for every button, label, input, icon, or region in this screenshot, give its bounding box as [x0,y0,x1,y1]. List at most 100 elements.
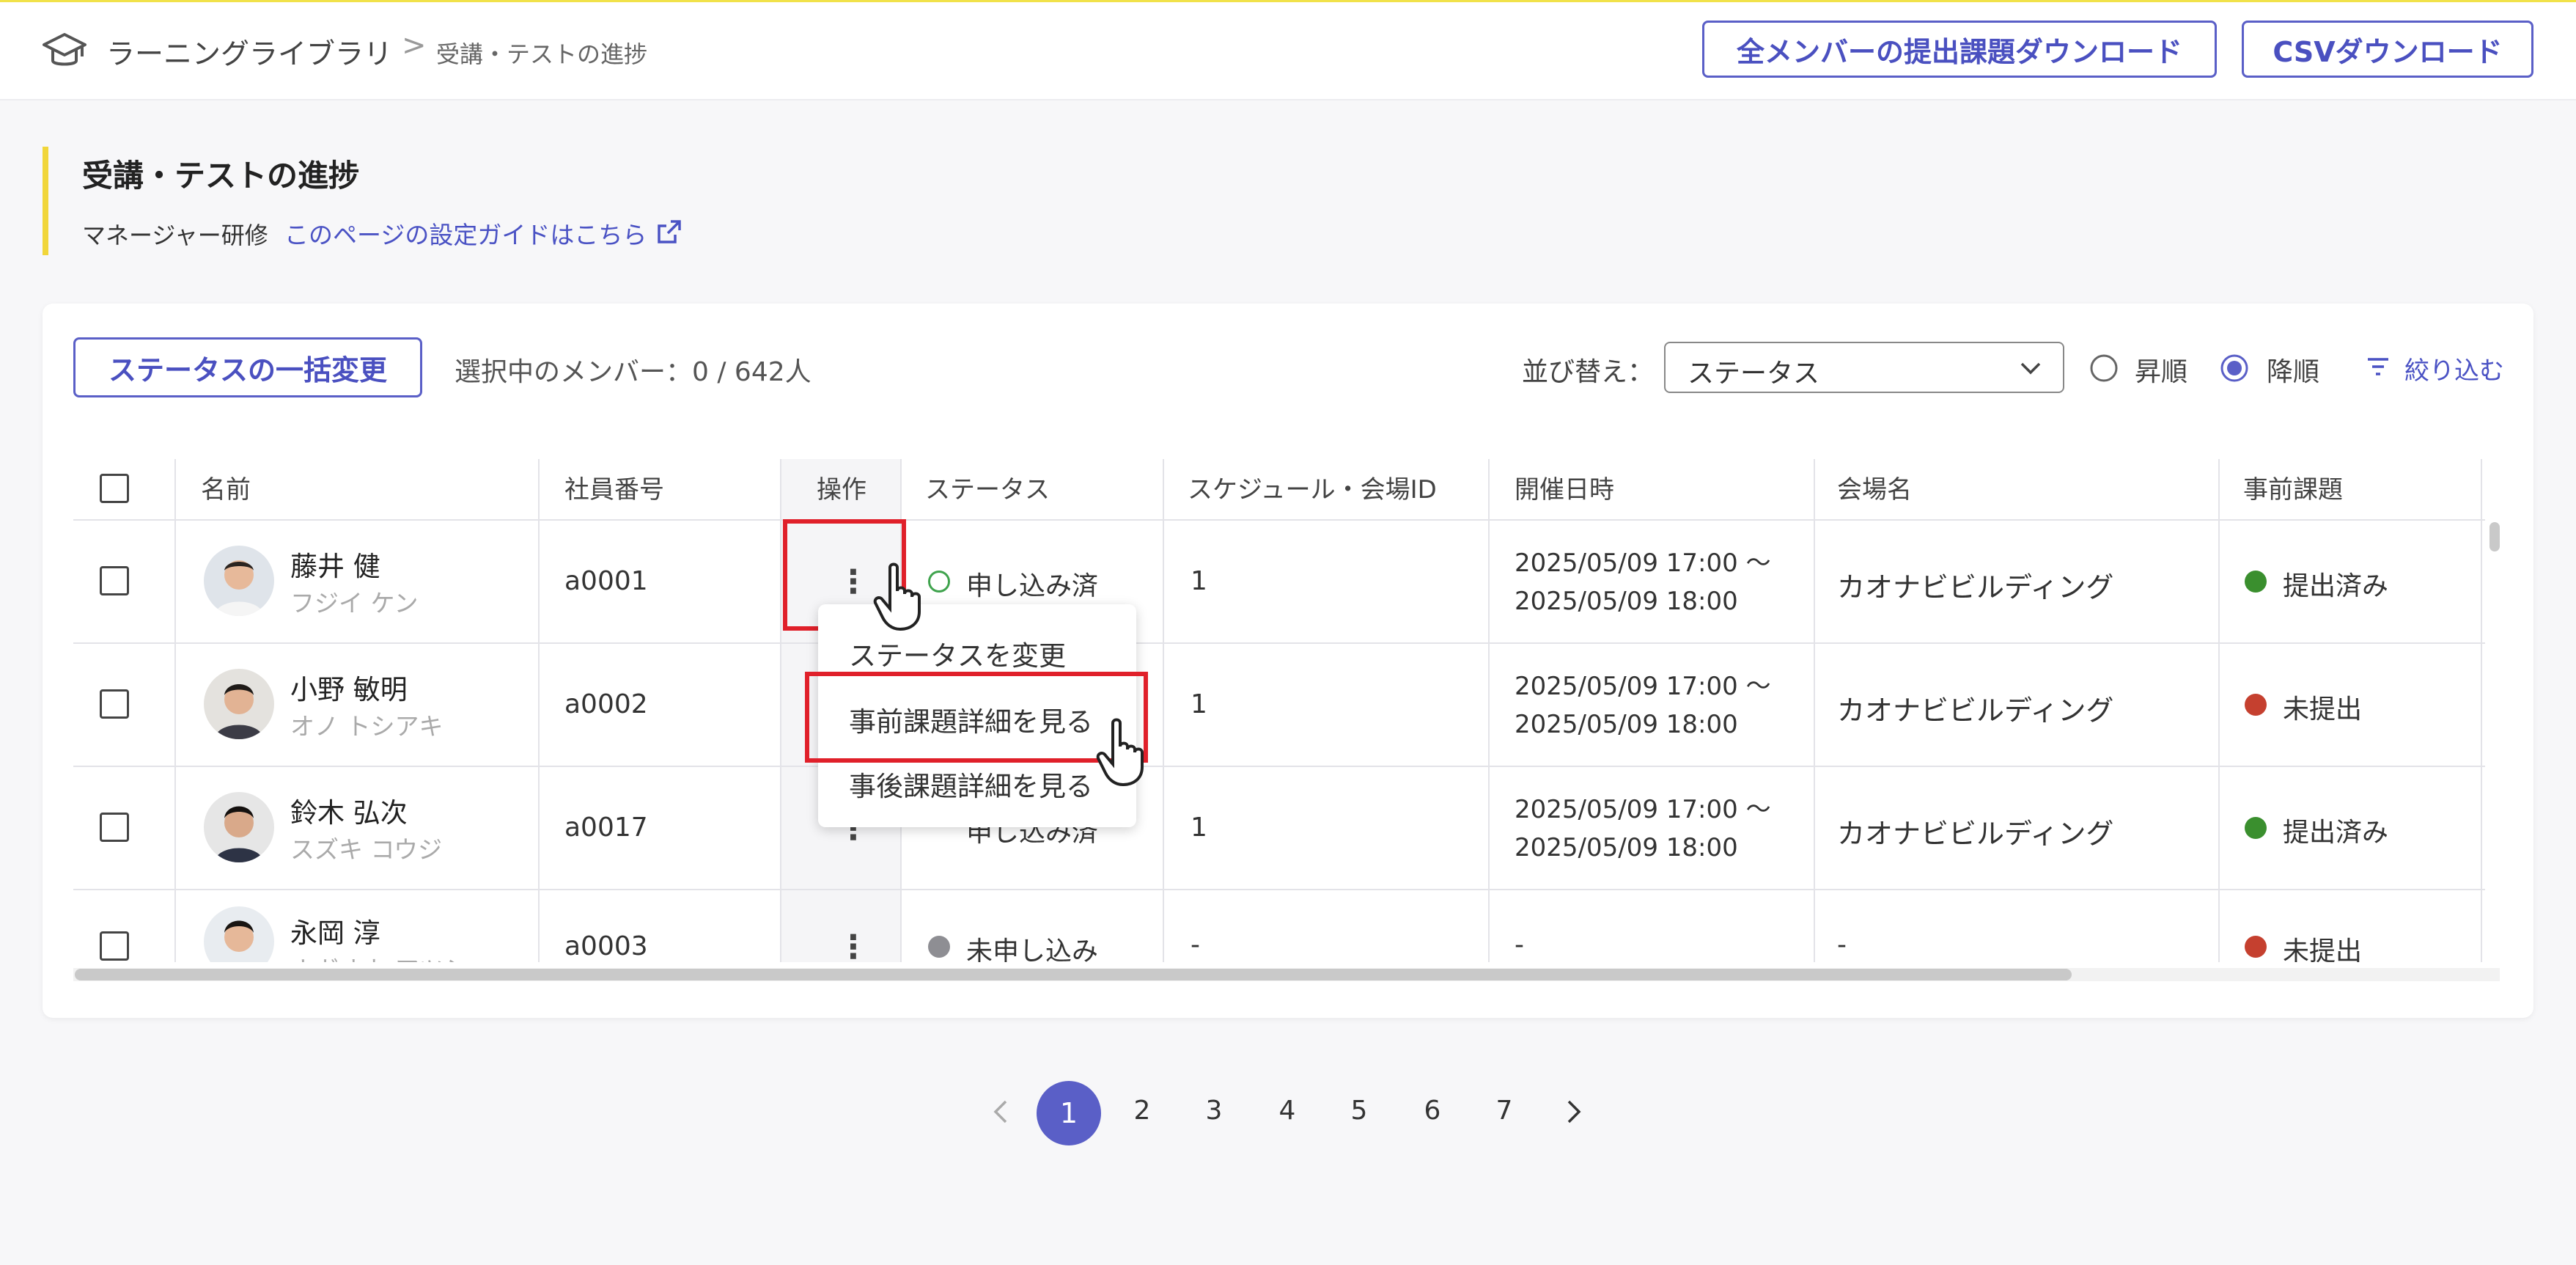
settings-guide-link[interactable]: このページの設定ガイドはこちら [284,216,647,251]
sort-desc-radio[interactable] [2220,353,2249,383]
sort-asc-label[interactable]: 昇順 [2135,351,2187,389]
column-divider [1814,459,1815,962]
column-divider [1488,459,1490,962]
venue-name: - [1837,930,1847,960]
schedule-id: 1 [1191,689,1207,719]
chevron-right-icon[interactable] [1559,1097,1588,1126]
column-header-status[interactable]: ステータス [925,469,1050,505]
sort-select[interactable]: ステータス [1664,342,2064,393]
employee-number: a0017 [564,813,648,843]
hand-pointer-icon [873,562,921,631]
sort-label: 並び替え： [1522,357,1655,387]
member-kana: オノ トシアキ [290,712,444,741]
filter-icon[interactable] [2365,353,2391,380]
hand-pointer-icon [1096,718,1144,787]
column-divider [1163,459,1164,962]
menu-item-change-status[interactable]: ステータスを変更 [849,634,1066,673]
graduation-cap-icon[interactable] [41,27,88,74]
pre-task-status: 提出済み [2283,818,2389,848]
page-button[interactable]: 4 [1273,1096,1302,1126]
column-header-schedule-id[interactable]: スケジュール・会場ID [1188,469,1437,505]
member-name[interactable]: 永岡 淳 [290,911,380,950]
schedule-id: 1 [1191,566,1207,596]
page-button[interactable]: 7 [1490,1096,1519,1126]
employee-number: a0003 [564,931,648,961]
column-header-name[interactable]: 名前 [201,469,251,505]
datetime-start: 2025/05/09 17:00 〜 [1515,549,1771,578]
submitted-status-dot [2245,571,2267,593]
row-divider [73,519,2485,521]
status-text: 申し込み済 [966,571,1099,601]
page-button[interactable]: 6 [1418,1096,1447,1126]
row-divider [73,889,2485,890]
pre-task-status: 未提出 [2283,936,2363,962]
select-all-checkbox[interactable] [100,474,129,503]
avatar [204,546,274,616]
horizontal-scrollbar-thumb[interactable] [75,969,2072,980]
sort-desc-label[interactable]: 降順 [2267,351,2319,389]
column-header-datetime[interactable]: 開催日時 [1515,469,1614,505]
datetime-start: - [1515,930,1524,960]
venue-name: カオナビビルディング [1837,818,2114,850]
sort-select-value: ステータス [1688,359,1820,389]
member-name[interactable]: 藤井 健 [290,544,380,584]
title-accent-bar [43,147,48,255]
csv-download-button[interactable]: CSVダウンロード [2242,21,2533,78]
avatar [204,792,274,862]
avatar [204,669,274,739]
menu-item-view-post-task[interactable]: 事後課題詳細を見る [849,764,1093,804]
app-header: ラーニングライブラリ > 受講・テストの進捗 全メンバーの提出課題ダウンロード … [0,2,2576,100]
row-checkbox[interactable] [100,689,129,719]
column-divider [174,459,176,962]
column-divider [2481,459,2482,962]
row-checkbox[interactable] [100,566,129,595]
member-kana: ナガオカ アツシ [290,950,468,962]
pre-task-status: 未提出 [2283,694,2363,725]
status-text: 未申し込み [966,936,1099,962]
bulk-status-change-button[interactable]: ステータスの一括変更 [73,337,422,397]
breadcrumb-root[interactable]: ラーニングライブラリ [106,32,392,73]
avatar [204,906,274,962]
filter-link[interactable]: 絞り込む [2404,351,2504,386]
member-kana: フジイ ケン [290,589,419,617]
datetime-end: 2025/05/09 18:00 [1515,710,1738,739]
datetime-start: 2025/05/09 17:00 〜 [1515,672,1771,701]
member-name[interactable]: 鈴木 弘次 [290,791,408,830]
row-checkbox[interactable] [100,931,129,961]
column-divider [2218,459,2220,962]
vertical-scrollbar-thumb[interactable] [2489,522,2500,551]
external-link-icon[interactable] [655,217,684,246]
members-table: 名前 社員番号 操作 ステータス スケジュール・会場ID 開催日時 会場名 事前… [73,459,2485,962]
column-header-pre-task[interactable]: 事前課題 [2243,469,2343,505]
employee-number: a0001 [564,566,648,596]
schedule-id: 1 [1191,813,1207,843]
row-action-menu-button[interactable]: ⋮ [837,931,869,963]
page-button[interactable]: 2 [1127,1096,1157,1126]
download-all-submissions-button[interactable]: 全メンバーの提出課題ダウンロード [1702,21,2217,78]
status-applied-icon [928,571,950,593]
datetime-end: 2025/05/09 18:00 [1515,833,1738,862]
column-divider [538,459,540,962]
page-button[interactable]: 3 [1199,1096,1229,1126]
page-button[interactable]: 5 [1344,1096,1374,1126]
column-header-employee-number[interactable]: 社員番号 [564,469,664,505]
course-name: マネージャー研修 [82,221,268,249]
venue-name: カオナビビルディング [1837,694,2114,727]
member-name[interactable]: 小野 敏明 [290,667,408,707]
sort-asc-radio[interactable] [2089,353,2119,383]
not-submitted-status-dot [2245,936,2267,958]
schedule-id: - [1191,930,1200,960]
row-divider [73,766,2485,767]
row-checkbox[interactable] [100,813,129,842]
venue-name: カオナビビルディング [1837,571,2114,604]
status-not-applied-icon [928,936,950,958]
chevron-left-icon[interactable] [987,1097,1016,1126]
page-button-current[interactable]: 1 [1037,1081,1101,1145]
submitted-status-dot [2245,817,2267,839]
column-header-action: 操作 [817,475,866,505]
member-kana: スズキ コウジ [290,835,443,864]
page-title: 受講・テストの進捗 [82,158,360,194]
datetime-start: 2025/05/09 17:00 〜 [1515,795,1771,824]
selected-members-count: 選択中のメンバー：0 / 642人 [455,357,812,387]
column-header-venue[interactable]: 会場名 [1837,469,1912,505]
